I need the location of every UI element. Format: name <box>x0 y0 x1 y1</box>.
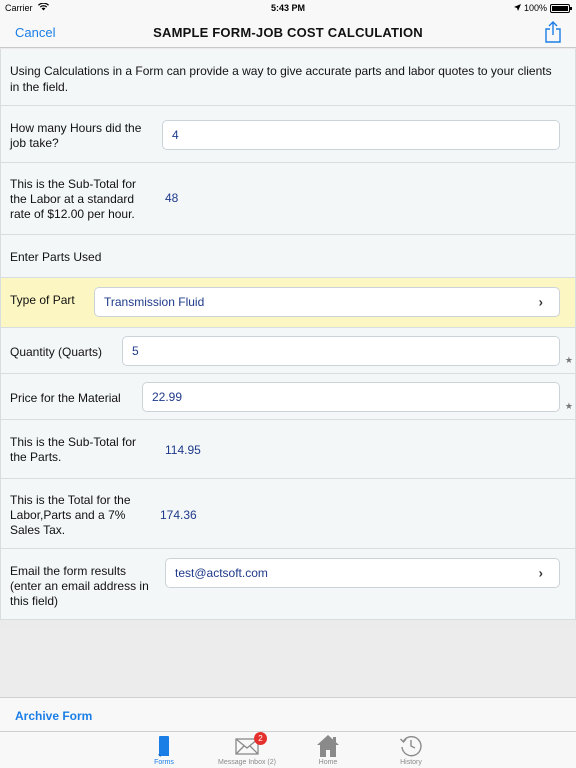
archive-form-button[interactable]: Archive Form <box>15 709 92 723</box>
share-icon[interactable] <box>544 21 562 43</box>
labor-subtotal-value: 48 <box>165 191 179 205</box>
required-star-icon: ★ <box>564 401 573 411</box>
part-type-select[interactable]: Transmission Fluid › <box>94 287 560 317</box>
email-row: Email the form results (enter an email a… <box>0 549 576 620</box>
required-star-icon: ★ <box>564 355 573 365</box>
battery-icon <box>550 3 572 13</box>
email-label: Email the form results (enter an email a… <box>10 564 149 608</box>
hours-value: 4 <box>172 128 179 142</box>
tab-forms-label: Forms <box>154 759 174 766</box>
part-type-value: Transmission Fluid <box>104 295 205 309</box>
labor-subtotal-label: This is the Sub-Total for the Labor at a… <box>10 177 137 221</box>
total-label: This is the Total for the Labor,Parts an… <box>10 493 131 537</box>
intro-row: Using Calculations in a Form can provide… <box>0 49 576 106</box>
parts-subtotal-label: This is the Sub-Total for the Parts. <box>10 435 137 464</box>
forms-icon <box>152 734 176 758</box>
navigation-bar: Cancel SAMPLE FORM-JOB COST CALCULATION <box>0 16 576 48</box>
location-arrow-icon <box>513 3 521 13</box>
parts-subtotal-value: 114.95 <box>165 443 201 457</box>
price-value: 22.99 <box>152 390 183 404</box>
parts-header-row: Enter Parts Used <box>0 235 576 278</box>
tab-history-label: History <box>400 759 422 766</box>
price-input[interactable]: 22.99 <box>142 382 560 412</box>
history-icon <box>399 734 423 758</box>
labor-subtotal-row: This is the Sub-Total for the Labor at a… <box>0 163 576 235</box>
price-row: Price for the Material 22.99 ★ <box>0 374 576 420</box>
status-time: 5:43 PM <box>270 3 305 13</box>
price-label: Price for the Material <box>10 391 121 405</box>
part-type-label: Type of Part <box>10 293 75 307</box>
intro-text: Using Calculations in a Form can provide… <box>10 64 552 94</box>
quantity-label: Quantity (Quarts) <box>10 345 103 359</box>
tab-forms[interactable]: Forms <box>129 734 199 766</box>
inbox-badge: 2 <box>254 732 267 745</box>
page-title: SAMPLE FORM-JOB COST CALCULATION <box>153 25 423 40</box>
chevron-right-icon: › <box>538 294 543 310</box>
tab-home-label: Home <box>318 759 338 766</box>
tab-bar: Forms 2 Message Inbox (2) Home History <box>0 731 576 768</box>
empty-background <box>0 630 576 697</box>
email-input[interactable]: test@actsoft.com › <box>165 558 560 588</box>
envelope-icon: 2 <box>235 732 267 758</box>
status-bar: Carrier 5:43 PM 100% <box>0 0 576 16</box>
parts-header-label: Enter Parts Used <box>10 250 102 264</box>
hours-label: How many Hours did the job take? <box>10 121 142 150</box>
hours-input[interactable]: 4 <box>162 120 560 150</box>
quantity-value: 5 <box>132 344 139 358</box>
total-value: 174.36 <box>160 508 197 522</box>
archive-bar: Archive Form <box>0 697 576 731</box>
tab-message-inbox-label: Message Inbox (2) <box>218 759 276 766</box>
email-value: test@actsoft.com <box>175 566 268 580</box>
quantity-row: Quantity (Quarts) 5 ★ <box>0 328 576 374</box>
tab-history[interactable]: History <box>376 734 446 766</box>
parts-subtotal-row: This is the Sub-Total for the Parts. 114… <box>0 420 576 479</box>
hours-row: How many Hours did the job take? 4 <box>0 106 576 163</box>
part-type-row: Type of Part Transmission Fluid › <box>0 278 576 328</box>
battery-percent: 100% <box>523 3 547 13</box>
tab-home[interactable]: Home <box>293 734 363 766</box>
home-icon <box>316 734 340 758</box>
job-cost-form: Using Calculations in a Form can provide… <box>0 49 576 620</box>
tab-message-inbox[interactable]: 2 Message Inbox (2) <box>212 732 282 766</box>
quantity-input[interactable]: 5 <box>122 336 560 366</box>
total-row: This is the Total for the Labor,Parts an… <box>0 479 576 549</box>
chevron-right-icon: › <box>538 565 543 581</box>
